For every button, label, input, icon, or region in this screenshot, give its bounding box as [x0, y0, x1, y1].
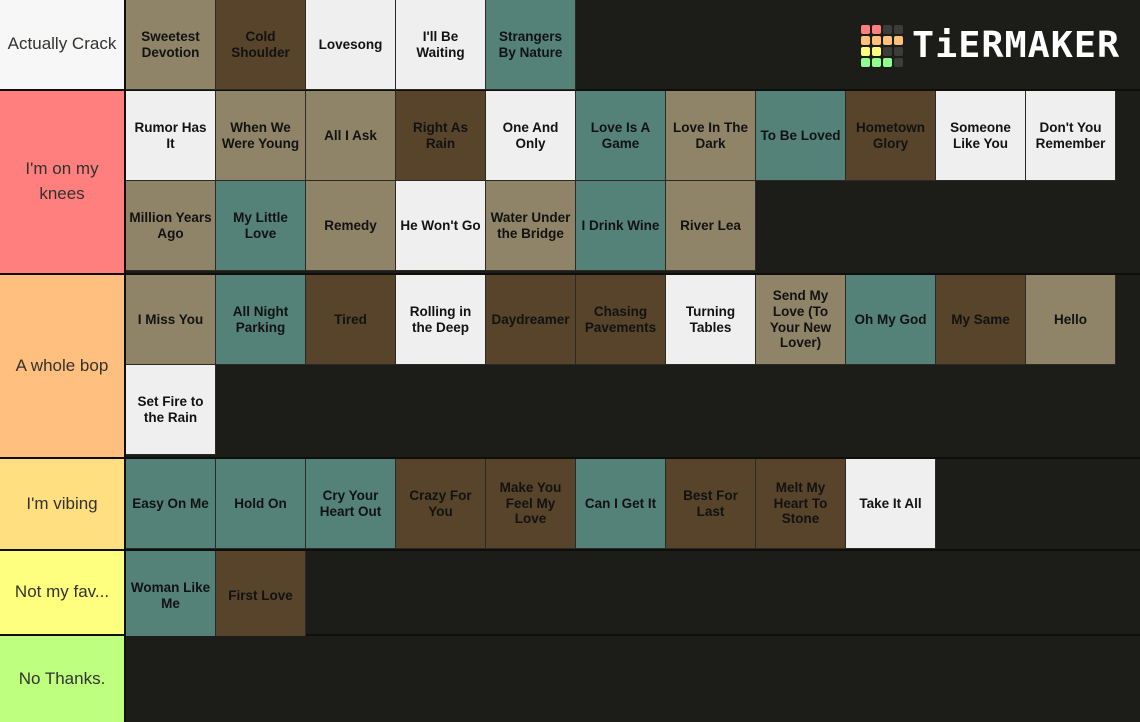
tier-item-tile[interactable]: River Lea	[666, 181, 756, 271]
tier-tile-container[interactable]	[126, 636, 1140, 722]
tier-label[interactable]: I'm on my knees	[0, 91, 126, 273]
tier-item-tile[interactable]: Someone Like You	[936, 91, 1026, 181]
tier-item-tile[interactable]: I Miss You	[126, 275, 216, 365]
tier-row: Not my fav... Woman Like Me First Love	[0, 551, 1140, 641]
tier-item-tile[interactable]: First Love	[216, 551, 306, 641]
tier-item-tile[interactable]: Love In The Dark	[666, 91, 756, 181]
logo-grid-cell	[871, 57, 881, 67]
logo-grid-cell	[893, 35, 903, 45]
tier-item-tile[interactable]: When We Were Young	[216, 91, 306, 181]
logo-grid-cell	[893, 46, 903, 56]
tier-item-tile[interactable]: Right As Rain	[396, 91, 486, 181]
tier-item-tile[interactable]: Strangers By Nature	[486, 0, 576, 90]
tier-row: Actually Crack Sweetest Devotion Cold Shou…	[0, 0, 1140, 91]
tier-item-tile[interactable]: He Won't Go	[396, 181, 486, 271]
tier-tile-container[interactable]: Sweetest Devotion Cold Shoulder Lovesong I'…	[126, 0, 1140, 91]
tier-item-tile[interactable]: Lovesong	[306, 0, 396, 90]
tier-label[interactable]: A whole bop	[0, 275, 126, 457]
tier-row: I'm vibing Easy On Me Hold On Cry Your Hear…	[0, 459, 1140, 551]
tier-item-tile[interactable]: Can I Get It	[576, 459, 666, 549]
tier-tile-container[interactable]: I Miss You All Night Parking Tired Rolling …	[126, 275, 1140, 457]
tier-item-tile[interactable]: Make You Feel My Love	[486, 459, 576, 549]
tier-item-tile[interactable]: All Night Parking	[216, 275, 306, 365]
tiermaker-logo: TiERMAKER	[860, 0, 1121, 91]
tier-item-tile[interactable]: Tired	[306, 275, 396, 365]
tier-label[interactable]: I'm vibing	[0, 459, 126, 549]
tier-label[interactable]: Actually Crack	[0, 0, 126, 89]
tier-row: I'm on my knees Rumor Has It When We Were …	[0, 91, 1140, 275]
tier-row: No Thanks.	[0, 636, 1140, 722]
tier-item-tile[interactable]: Hold On	[216, 459, 306, 549]
tier-item-tile[interactable]: Don't You Remember	[1026, 91, 1116, 181]
tier-list-board: Actually Crack Sweetest Devotion Cold Shou…	[0, 0, 1140, 722]
tier-tile-container[interactable]: Rumor Has It When We Were Young All I Ask R…	[126, 91, 1140, 273]
tier-item-tile[interactable]: Woman Like Me	[126, 551, 216, 641]
logo-grid-cell	[860, 57, 870, 67]
tier-item-tile[interactable]: Sweetest Devotion	[126, 0, 216, 90]
logo-grid-cell	[882, 57, 892, 67]
tier-item-tile[interactable]: Remedy	[306, 181, 396, 271]
tier-item-tile[interactable]: Crazy For You	[396, 459, 486, 549]
tier-item-tile[interactable]: Million Years Ago	[126, 181, 216, 271]
tier-item-tile[interactable]: Hello	[1026, 275, 1116, 365]
tier-item-tile[interactable]: My Same	[936, 275, 1026, 365]
logo-grid-cell	[882, 46, 892, 56]
tier-item-tile[interactable]: Hometown Glory	[846, 91, 936, 181]
logo-grid-cell	[871, 24, 881, 34]
tier-item-tile[interactable]: Rolling in the Deep	[396, 275, 486, 365]
tier-item-tile[interactable]: Best For Last	[666, 459, 756, 549]
tier-item-tile[interactable]: All I Ask	[306, 91, 396, 181]
logo-grid-cell	[871, 35, 881, 45]
tier-item-tile[interactable]: Cry Your Heart Out	[306, 459, 396, 549]
tier-item-tile[interactable]: Chasing Pavements	[576, 275, 666, 365]
logo-grid-cell	[893, 24, 903, 34]
logo-grid-cell	[882, 35, 892, 45]
tier-item-tile[interactable]: My Little Love	[216, 181, 306, 271]
tier-item-tile[interactable]: Rumor Has It	[126, 91, 216, 181]
tier-item-tile[interactable]: I Drink Wine	[576, 181, 666, 271]
logo-grid-cell	[893, 57, 903, 67]
tier-item-tile[interactable]: Set Fire to the Rain	[126, 365, 216, 455]
logo-grid-cell	[871, 46, 881, 56]
tier-item-tile[interactable]: Melt My Heart To Stone	[756, 459, 846, 549]
logo-grid-cell	[860, 35, 870, 45]
tier-label[interactable]: No Thanks.	[0, 636, 126, 722]
tier-label[interactable]: Not my fav...	[0, 551, 126, 634]
tier-item-tile[interactable]: Send My Love (To Your New Lover)	[756, 275, 846, 365]
tier-item-tile[interactable]: Water Under the Bridge	[486, 181, 576, 271]
tier-item-tile[interactable]: Oh My God	[846, 275, 936, 365]
tier-item-tile[interactable]: Love Is A Game	[576, 91, 666, 181]
tier-item-tile[interactable]: Take It All	[846, 459, 936, 549]
logo-grid-cell	[860, 24, 870, 34]
tier-item-tile[interactable]: I'll Be Waiting	[396, 0, 486, 90]
tiermaker-grid-icon	[860, 24, 903, 67]
tier-item-tile[interactable]: Turning Tables	[666, 275, 756, 365]
tier-item-tile[interactable]: Daydreamer	[486, 275, 576, 365]
logo-grid-cell	[882, 24, 892, 34]
tier-item-tile[interactable]: Cold Shoulder	[216, 0, 306, 90]
tier-tile-container[interactable]: Woman Like Me First Love	[126, 551, 1140, 641]
tier-row: A whole bop I Miss You All Night Parking Ti…	[0, 275, 1140, 459]
tier-item-tile[interactable]: One And Only	[486, 91, 576, 181]
logo-grid-cell	[860, 46, 870, 56]
tier-tile-container[interactable]: Easy On Me Hold On Cry Your Heart Out Crazy…	[126, 459, 1140, 549]
tier-item-tile[interactable]: To Be Loved	[756, 91, 846, 181]
tiermaker-wordmark: TiERMAKER	[911, 25, 1121, 66]
tier-item-tile[interactable]: Easy On Me	[126, 459, 216, 549]
